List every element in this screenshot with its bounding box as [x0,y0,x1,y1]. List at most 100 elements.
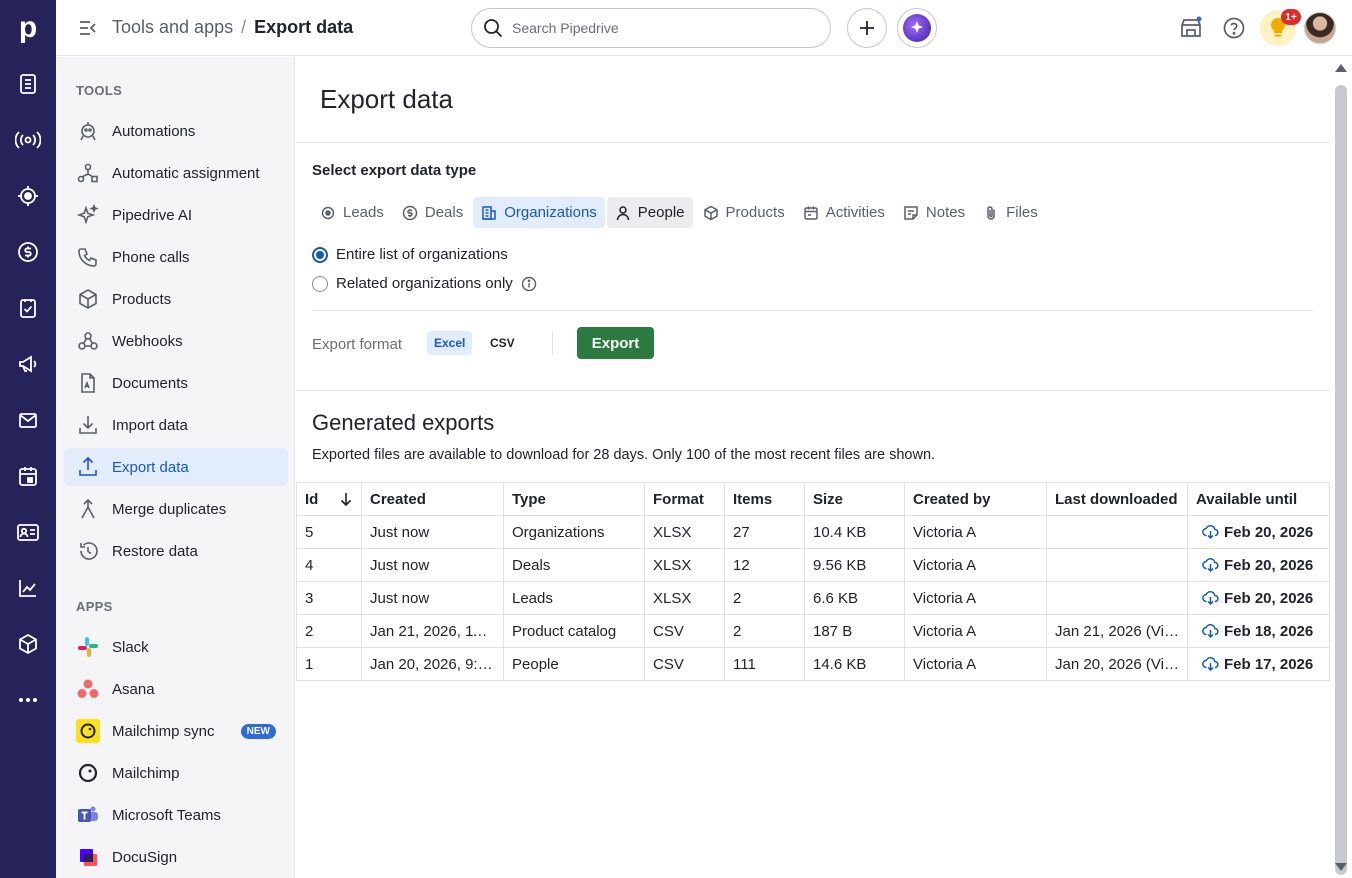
column-header-format[interactable]: Format [644,482,725,516]
search-placeholder: Search Pipedrive [512,20,619,36]
tools-sidebar: TOOLS Automations Automatic assignment P… [56,57,295,878]
tab-activities[interactable]: Activities [795,197,893,228]
sidebar-item-slack[interactable]: Slack [64,628,288,666]
campaigns-icon[interactable] [14,350,42,378]
column-header-created-by[interactable]: Created by [904,482,1047,516]
scrollbar-thumb[interactable] [1335,85,1347,875]
activities-icon[interactable] [14,294,42,322]
export-button[interactable]: Export [577,327,654,359]
column-header-size[interactable]: Size [804,482,905,516]
mail-icon[interactable] [14,406,42,434]
sparkle-icon [76,203,100,227]
sidebar-item-webhooks[interactable]: Webhooks [64,322,288,360]
cell-created-by: Victoria A [904,515,1047,549]
breadcrumb-parent[interactable]: Tools and apps [112,17,233,38]
column-header-available-until[interactable]: Available until [1187,482,1330,516]
radio-related-only[interactable]: Related organizations only [312,275,537,292]
sidebar-item-pipedrive-ai[interactable]: Pipedrive AI [64,196,288,234]
search-input[interactable]: Search Pipedrive [471,8,831,48]
tab-files[interactable]: Files [975,197,1046,228]
sidebar-item-label: Mailchimp [112,764,180,782]
sidebar-item-automations[interactable]: Automations [64,112,288,150]
sidebar-item-import-data[interactable]: Import data [64,406,288,444]
format-csv-option[interactable]: CSV [483,331,522,355]
tab-leads[interactable]: Leads [312,197,392,228]
slack-icon [76,635,100,659]
tab-notes[interactable]: Notes [895,197,973,228]
divider [312,310,1313,311]
cloud-download-icon [1202,589,1219,606]
tab-label: Products [725,204,785,221]
column-header-created[interactable]: Created [361,482,504,516]
restore-icon [76,539,100,563]
exports-table: Id Created Type Format Items Size Create… [296,482,1330,681]
insights-icon[interactable] [14,574,42,602]
export-type-tabs: Leads Deals Organizations People Product… [312,197,1048,228]
info-icon[interactable] [521,276,537,292]
download-link[interactable]: Feb 20, 2026 [1187,548,1330,582]
page-scrollbar[interactable] [1330,57,1352,878]
download-link[interactable]: Feb 20, 2026 [1187,581,1330,615]
column-header-last-downloaded[interactable]: Last downloaded [1046,482,1188,516]
broadcast-icon[interactable] [14,126,42,154]
tab-organizations[interactable]: Organizations [473,197,605,228]
cell-created: Jan 21, 2026, 11:00 AM [361,614,504,648]
sidebar-item-automatic-assignment[interactable]: Automatic assignment [64,154,288,192]
tab-people[interactable]: People [606,197,693,228]
sidebar-item-restore-data[interactable]: Restore data [64,532,288,570]
tab-products[interactable]: Products [695,197,793,228]
ai-assistant-button[interactable] [897,8,937,48]
scroll-up-arrow-icon[interactable] [1334,63,1348,73]
sidebar-item-export-data[interactable]: Export data [64,448,288,486]
contacts-icon[interactable] [14,518,42,546]
marketplace-icon[interactable] [1179,16,1203,40]
sidebar-item-label: Automatic assignment [112,164,260,182]
quick-add-button[interactable] [847,8,887,48]
more-icon[interactable] [14,686,42,714]
cell-created: Jan 20, 2026, 9:00 AM [361,647,504,681]
help-icon[interactable] [1222,16,1246,40]
radio-entire-list[interactable]: Entire list of organizations [312,246,508,263]
download-link[interactable]: Feb 20, 2026 [1187,515,1330,549]
sidebar-item-merge-duplicates[interactable]: Merge duplicates [64,490,288,528]
sidebar-item-docusign[interactable]: DocuSign [64,838,288,876]
user-avatar[interactable] [1304,12,1336,44]
sidebar-item-label: Documents [112,374,188,392]
download-link[interactable]: Feb 18, 2026 [1187,614,1330,648]
cell-available-until: Feb 18, 2026 [1224,623,1314,640]
new-badge: NEW [240,723,276,739]
sidebar-item-microsoft-teams[interactable]: Microsoft Teams [64,796,288,834]
column-header-items[interactable]: Items [724,482,805,516]
table-row: 3 Just now Leads XLSX 2 6.6 KB Victoria … [296,581,1330,615]
cloud-download-icon [1202,655,1219,672]
sort-arrow-down-icon[interactable] [339,492,353,506]
apps-section-title: APPS [76,599,113,614]
sidebar-item-phone-calls[interactable]: Phone calls [64,238,288,276]
scroll-down-arrow-icon[interactable] [1334,862,1348,872]
sidebar-item-asana[interactable]: Asana [64,670,288,708]
radio-unchecked-icon [312,275,328,292]
deals-icon[interactable] [14,238,42,266]
leads-inbox-icon[interactable] [14,70,42,98]
cloud-download-icon [1202,523,1219,540]
format-excel-option[interactable]: Excel [427,331,473,355]
target-icon[interactable] [14,182,42,210]
tab-deals[interactable]: Deals [394,197,471,228]
import-icon [76,413,100,437]
tab-label: Leads [343,204,384,221]
products-icon[interactable] [14,630,42,658]
cell-last-downloaded [1046,515,1188,549]
column-header-type[interactable]: Type [503,482,645,516]
sidebar-item-mailchimp-sync[interactable]: Mailchimp sync NEW [64,712,288,750]
sidebar-item-documents[interactable]: Documents [64,364,288,402]
download-link[interactable]: Feb 17, 2026 [1187,647,1330,681]
cell-available-until: Feb 17, 2026 [1224,656,1314,673]
sidebar-item-mailchimp[interactable]: Mailchimp [64,754,288,792]
sidebar-item-products[interactable]: Products [64,280,288,318]
cell-created: Just now [361,581,504,615]
calendar-icon[interactable] [14,462,42,490]
pipedrive-logo[interactable]: p [0,0,56,56]
column-header-id[interactable]: Id [296,482,362,516]
sidebar-item-label: Webhooks [112,332,183,350]
collapse-menu-icon[interactable] [78,18,98,38]
